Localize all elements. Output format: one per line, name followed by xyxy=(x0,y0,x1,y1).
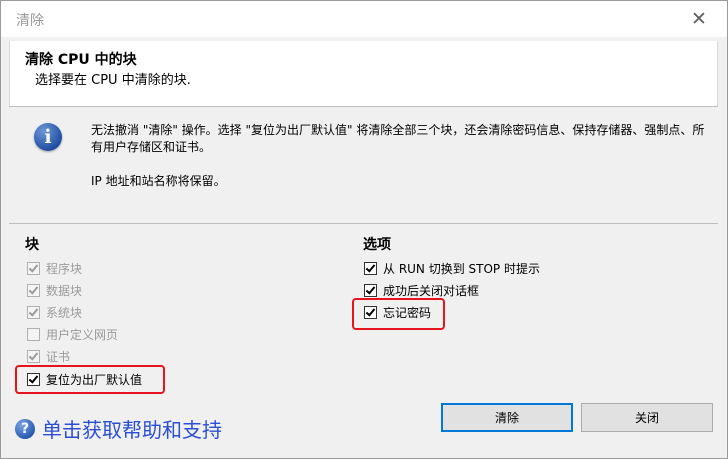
checkbox-box xyxy=(27,305,40,319)
checkbox-box xyxy=(364,261,377,275)
checkbox-box xyxy=(27,283,40,297)
options-group-title: 选项 xyxy=(363,237,391,253)
checkbox-user-web-pages[interactable]: 用户定义网页 xyxy=(27,325,118,343)
close-icon[interactable]: ✕ xyxy=(689,9,709,29)
checkbox-close-on-success[interactable]: 成功后关闭对话框 xyxy=(364,281,479,299)
blocks-group-title: 块 xyxy=(25,237,39,253)
help-link[interactable]: ? 单击获取帮助和支持 xyxy=(15,414,222,443)
info-divider xyxy=(9,223,718,224)
clear-dialog: 清除 ✕ 清除 CPU 中的块 选择要在 CPU 中清除的块. i 无法撤消 "… xyxy=(0,0,728,459)
checkbox-box xyxy=(27,349,40,363)
info-warning-text: 无法撤消 "清除" 操作。选择 "复位为出厂默认值" 将清除全部三个块，还会清除… xyxy=(91,123,705,154)
forgot-password-highlight xyxy=(352,298,445,330)
checkbox-system-blocks[interactable]: 系统块 xyxy=(27,303,82,321)
window-title: 清除 xyxy=(16,13,44,29)
checkbox-label: 证书 xyxy=(46,349,71,364)
checkbox-box xyxy=(27,261,40,275)
checkbox-box xyxy=(364,283,377,297)
clear-button[interactable]: 清除 xyxy=(441,403,573,432)
title-bar: 清除 ✕ xyxy=(1,1,727,37)
checkbox-label: 程序块 xyxy=(46,261,83,276)
header-title: 清除 CPU 中的块 xyxy=(25,52,137,68)
checkbox-certificates[interactable]: 证书 xyxy=(27,347,70,365)
checkbox-box xyxy=(27,327,40,341)
checkbox-data-blocks[interactable]: 数据块 xyxy=(27,281,82,299)
checkbox-label: 用户定义网页 xyxy=(46,327,119,342)
checkbox-prompt-run-stop[interactable]: 从 RUN 切换到 STOP 时提示 xyxy=(364,259,540,277)
header-divider xyxy=(9,106,718,107)
info-ip-text: IP 地址和站名称将保留。 xyxy=(91,174,226,188)
info-icon: i xyxy=(34,123,62,151)
factory-reset-highlight xyxy=(15,365,165,394)
checkbox-label: 数据块 xyxy=(46,283,83,298)
header-subtitle: 选择要在 CPU 中清除的块. xyxy=(35,73,191,88)
checkbox-label: 从 RUN 切换到 STOP 时提示 xyxy=(383,261,540,276)
close-button[interactable]: 关闭 xyxy=(581,403,713,432)
checkbox-label: 成功后关闭对话框 xyxy=(383,283,480,298)
help-link-label: 单击获取帮助和支持 xyxy=(42,418,222,442)
help-question-icon: ? xyxy=(15,418,35,439)
dialog-header: 清除 CPU 中的块 选择要在 CPU 中清除的块. xyxy=(9,41,718,106)
checkbox-program-blocks[interactable]: 程序块 xyxy=(27,259,82,277)
checkbox-label: 系统块 xyxy=(46,305,83,320)
